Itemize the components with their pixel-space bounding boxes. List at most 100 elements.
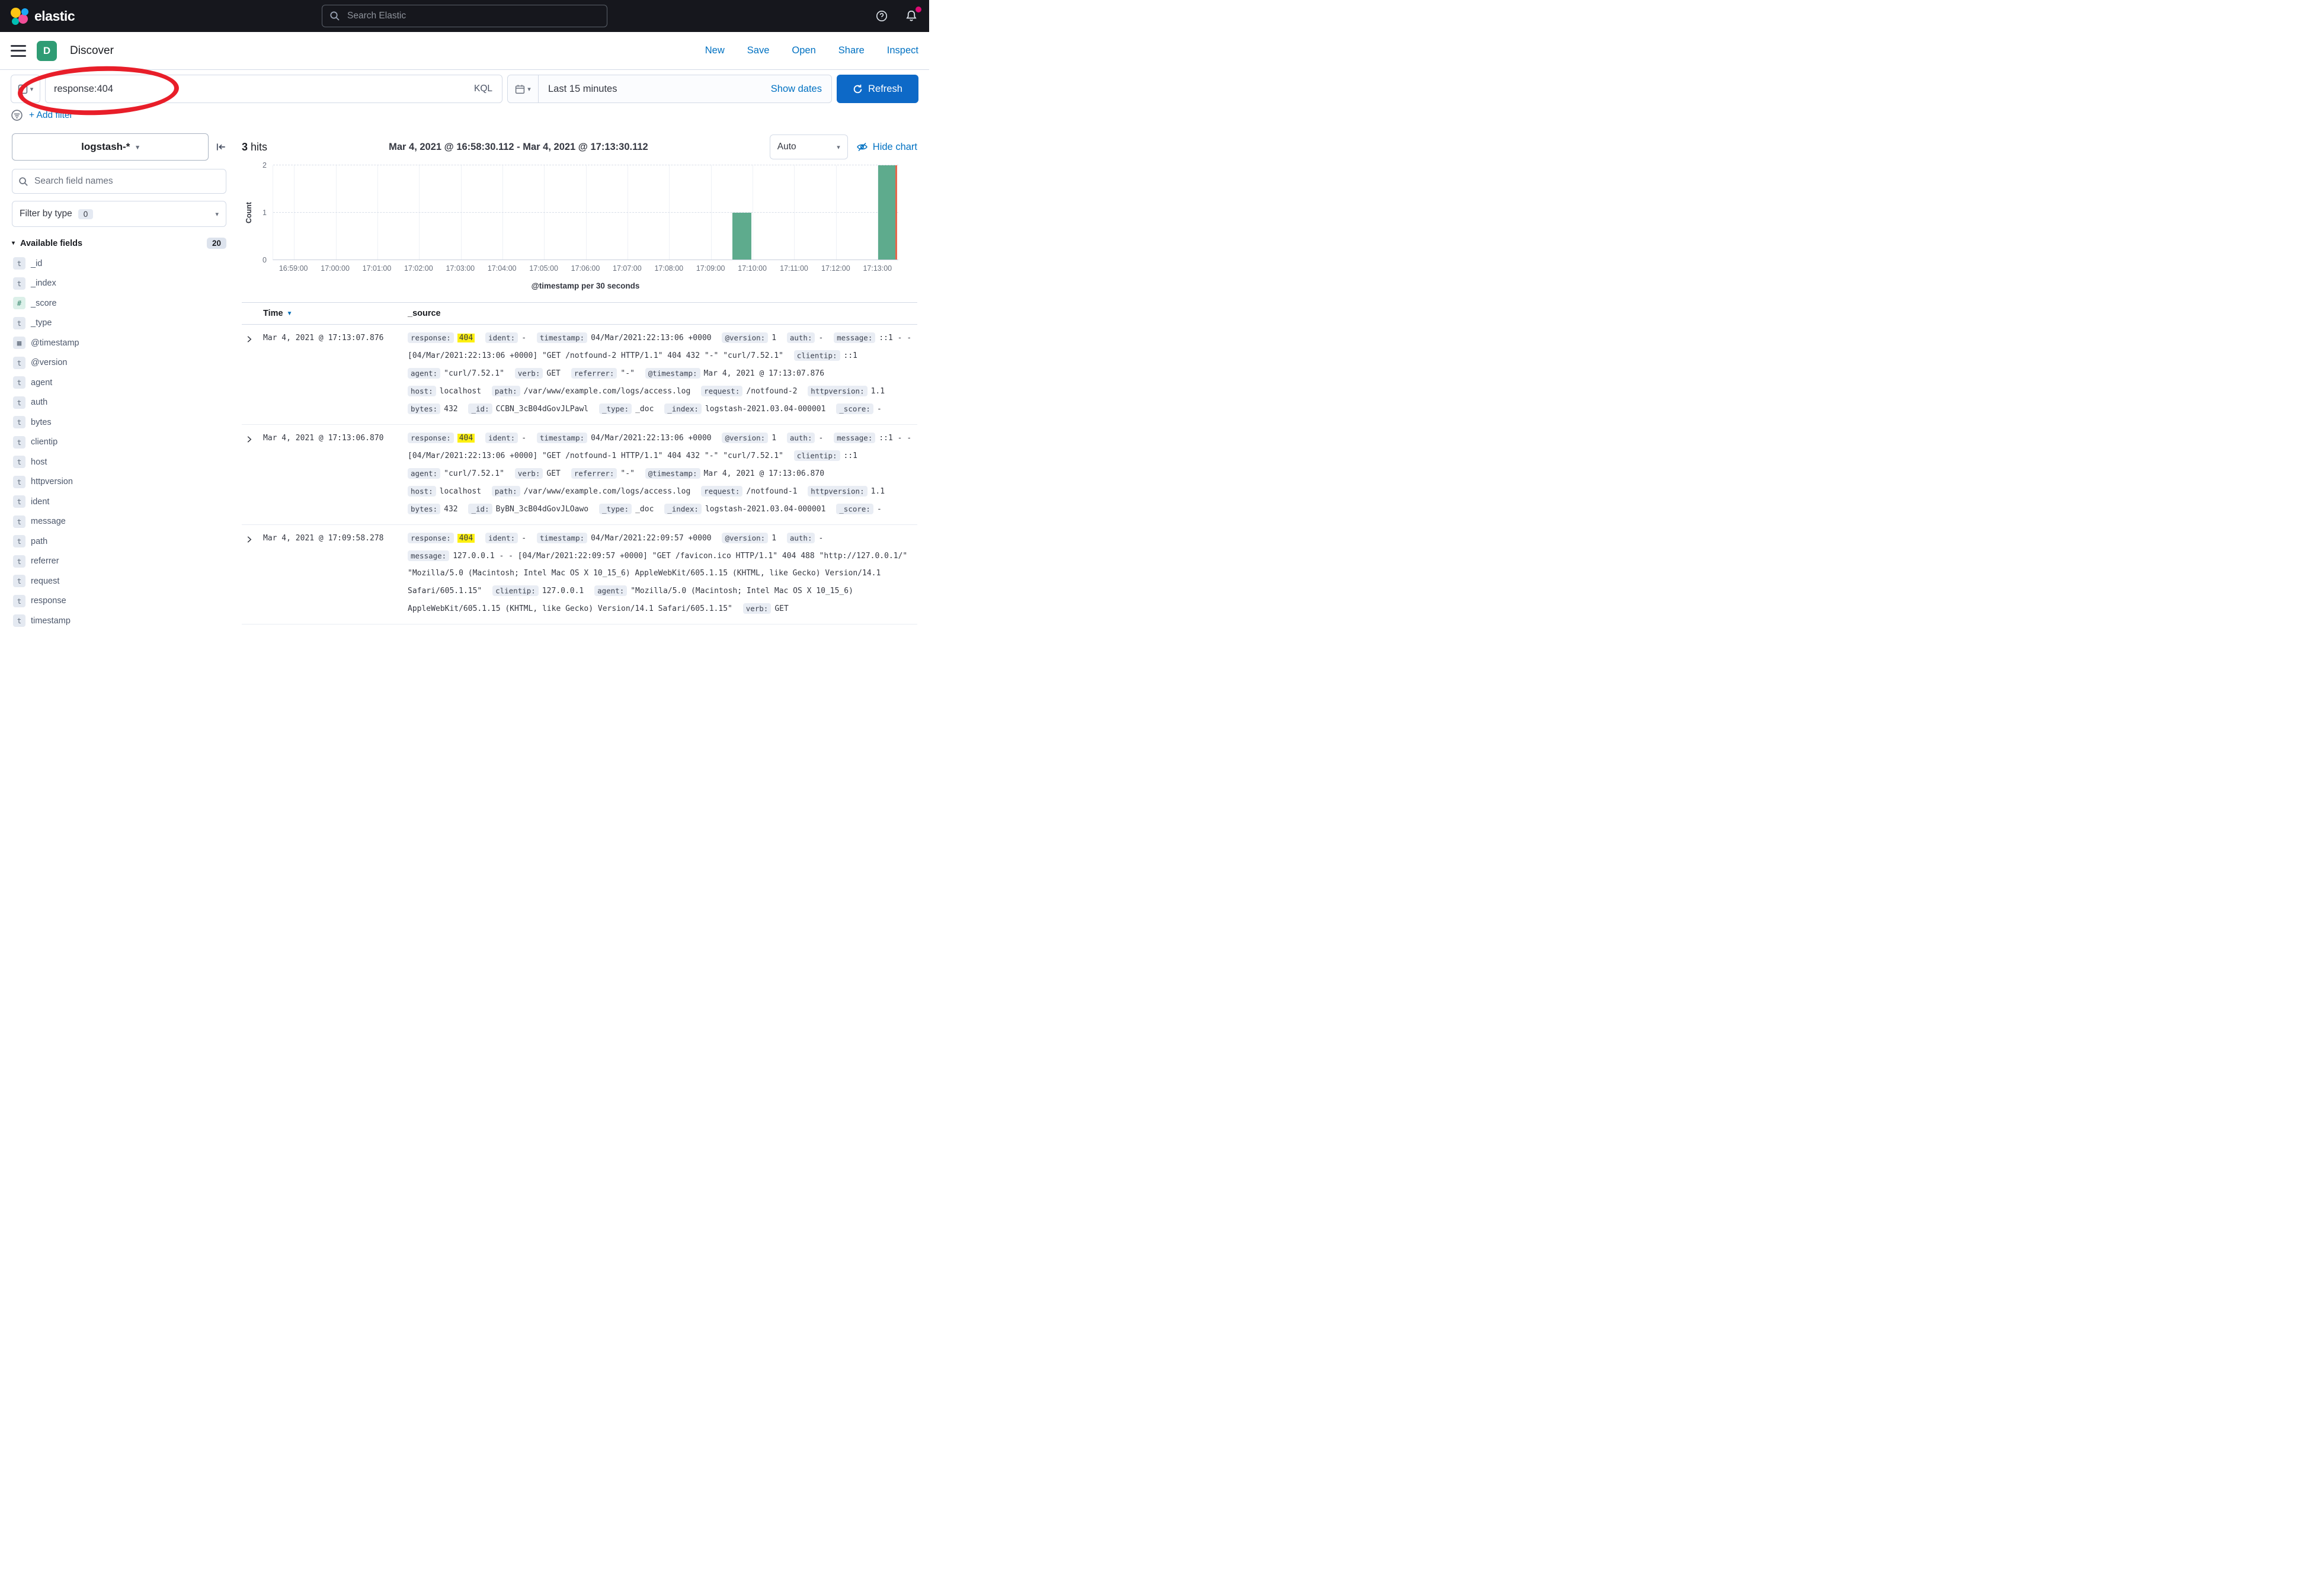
hide-chart-label: Hide chart [873,142,917,153]
x-tick-label: 17:09:00 [696,264,725,273]
source-field-value: logstash-2021.03.04-000001 [705,405,826,414]
source-field-badge: path: [492,486,520,497]
show-dates-link[interactable]: Show dates [771,84,831,95]
table-row: Mar 4, 2021 @ 17:13:07.876 response:404 … [242,325,917,425]
space-avatar[interactable]: D [37,41,57,61]
source-field-value: ::1 [844,351,857,360]
source-field-value: /var/www/example.com/logs/access.log [524,487,691,496]
field-item-httpversion[interactable]: thttpversion [12,472,226,492]
row-time: Mar 4, 2021 @ 17:13:07.876 [263,329,408,418]
source-field-value: "curl/7.52.1" [444,369,504,378]
elastic-logo[interactable]: elastic [11,7,75,25]
field-item-_id[interactable]: t_id [12,254,226,274]
kql-language-button[interactable]: KQL [465,75,502,103]
field-item-response[interactable]: tresponse [12,591,226,611]
source-field-value: localhost [440,487,481,496]
field-item-_type[interactable]: t_type [12,313,226,334]
histogram-bar-17:13:00[interactable] [878,165,897,260]
histogram-bar-17:09:30[interactable] [732,213,751,260]
menu-icon[interactable] [11,45,26,57]
y-axis-title: Count [245,202,253,223]
global-search[interactable] [322,5,607,27]
source-field-badge: bytes: [408,403,440,414]
nav-actions: New Save Open Share Inspect [705,45,918,56]
field-item-@timestamp[interactable]: ▦@timestamp [12,333,226,353]
expand-row-icon[interactable] [242,429,263,518]
field-list: t_idt_index#_scoret_type▦@timestampt@ver… [12,254,226,631]
field-item-@version[interactable]: t@version [12,353,226,373]
expand-row-icon[interactable] [242,529,263,617]
source-field-value: 1 [772,434,776,443]
nav-action-new[interactable]: New [705,45,725,56]
time-column-header[interactable]: Time ▼ [263,309,408,318]
field-item-message[interactable]: tmessage [12,512,226,532]
nav-action-inspect[interactable]: Inspect [887,45,918,56]
field-item-ident[interactable]: tident [12,492,226,512]
source-field-value-highlighted: 404 [457,334,475,342]
search-icon [18,177,28,187]
filter-by-type-select[interactable]: Filter by type 0 ▾ [12,201,226,227]
date-quick-select-button[interactable]: ▾ [508,75,539,103]
available-fields-toggle[interactable]: ▾ Available fields 20 [12,238,226,249]
expand-row-icon[interactable] [242,329,263,418]
source-field-badge: httpversion: [808,386,867,396]
refresh-button[interactable]: Refresh [837,75,918,103]
hide-chart-link[interactable]: Hide chart [856,141,917,153]
field-type-text-icon: t [13,436,25,449]
y-tick-label: 0 [263,256,267,264]
field-search-input[interactable] [33,175,220,187]
field-name: _id [31,259,42,268]
field-item-_index[interactable]: t_index [12,274,226,294]
source-field-badge: _type: [599,403,632,414]
field-item-_score[interactable]: #_score [12,293,226,313]
source-field-badge: clientip: [794,350,840,361]
source-field-badge: verb: [515,368,543,379]
source-field-value: ::1 [844,451,857,460]
index-pattern-select[interactable]: logstash-* ▾ [12,133,209,161]
field-item-referrer[interactable]: treferrer [12,552,226,572]
field-item-agent[interactable]: tagent [12,373,226,393]
histogram-plot-area[interactable] [273,165,898,260]
field-item-clientip[interactable]: tclientip [12,433,226,453]
x-tick-label: 17:13:00 [863,264,892,273]
nav-action-open[interactable]: Open [792,45,815,56]
source-field-badge: message: [834,332,875,343]
x-tick-label: 17:02:00 [404,264,433,273]
x-tick-label: 17:00:00 [321,264,350,273]
time-range-value[interactable]: Last 15 minutes [539,84,626,95]
field-item-request[interactable]: trequest [12,571,226,591]
saved-query-menu-button[interactable]: ▾ [11,75,40,103]
field-type-text-icon: t [13,456,25,468]
x-tick-label: 16:59:00 [279,264,308,273]
histogram-chart: Count 210 16:59:0017:00:0017:01:0017:02:… [242,165,917,290]
help-icon[interactable] [875,9,889,23]
source-field-badge: host: [408,386,436,396]
field-item-auth[interactable]: tauth [12,393,226,413]
field-type-text-icon: t [13,495,25,508]
source-field-value: localhost [440,387,481,396]
field-item-path[interactable]: tpath [12,531,226,552]
field-type-text-icon: t [13,317,25,329]
source-field-value: /notfound-1 [746,487,797,496]
source-field-value: GET [546,369,560,378]
field-item-bytes[interactable]: tbytes [12,412,226,433]
x-tick-label: 17:08:00 [654,264,683,273]
source-field-badge: _index: [664,504,702,514]
source-field-badge: path: [492,386,520,396]
add-filter-link[interactable]: + Add filter [29,110,73,121]
field-item-timestamp[interactable]: ttimestamp [12,611,226,631]
interval-select[interactable]: Auto ▾ [770,134,848,159]
source-field-value: - [818,434,823,443]
source-field-value: Mar 4, 2021 @ 17:13:06.870 [704,469,825,478]
field-item-host[interactable]: thost [12,452,226,472]
alerts-bell-icon[interactable] [904,9,918,23]
filter-icon[interactable] [11,109,23,121]
filter-row: + Add filter [0,107,929,127]
y-tick-label: 1 [263,209,267,217]
nav-action-save[interactable]: Save [747,45,770,56]
global-search-input[interactable] [346,10,600,22]
nav-action-share[interactable]: Share [838,45,865,56]
collapse-sidebar-icon[interactable] [216,142,226,152]
query-input[interactable] [46,84,465,95]
field-name: auth [31,398,47,407]
